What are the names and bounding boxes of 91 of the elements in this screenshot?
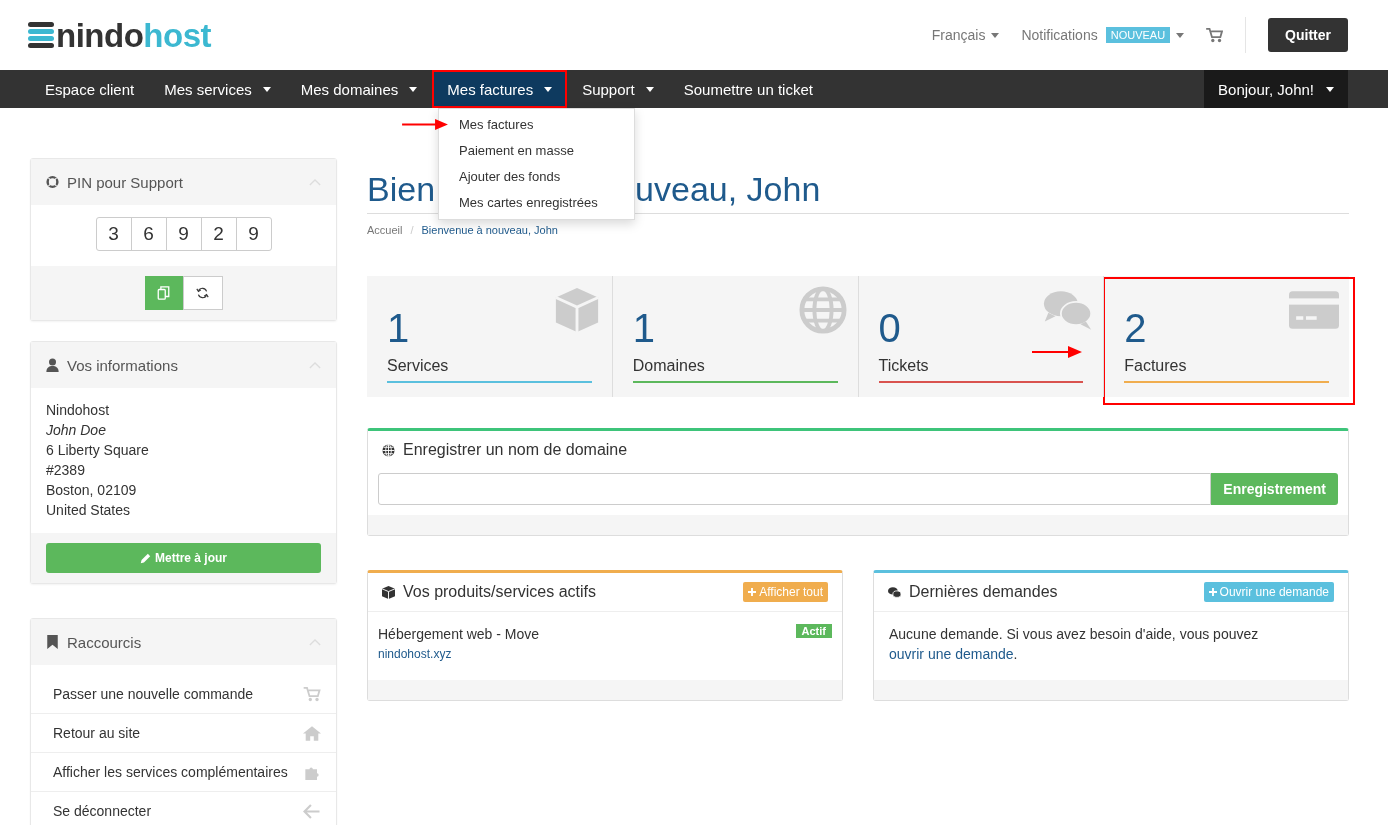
breadcrumb-separator: /	[410, 224, 414, 236]
lifebuoy-icon	[46, 175, 59, 189]
stat-tile[interactable]: 2 Factures	[1103, 276, 1349, 397]
nav-item[interactable]: Mes domaines	[285, 70, 433, 108]
stat-count: 0	[878, 305, 901, 352]
globe-icon	[382, 443, 395, 457]
panel-title: Raccourcis	[67, 633, 143, 651]
logo-text: nindohost	[56, 18, 211, 52]
logo[interactable]: nindohost	[28, 18, 211, 52]
pin-digit: 3	[107, 222, 120, 246]
panel-title: Enregistrer un nom de domaine	[403, 441, 629, 459]
user-icon	[46, 358, 59, 372]
pin-digit: 9	[235, 218, 271, 250]
language-menu[interactable]: Français	[931, 27, 1000, 43]
open-ticket-link[interactable]: ouvrir une demande	[889, 646, 1014, 662]
caret-icon	[1176, 32, 1185, 38]
domain-input-field[interactable]	[378, 473, 1212, 505]
panel-title: Vos produits/services actifs	[403, 583, 597, 601]
logout-button[interactable]: Quitter	[1268, 18, 1348, 52]
logo-mark	[28, 22, 54, 48]
refresh-button[interactable]	[182, 276, 223, 310]
notifications-menu[interactable]: Notifications NOUVEAU	[1021, 27, 1185, 43]
pencil-icon	[140, 552, 151, 564]
collapse-icon	[309, 361, 321, 369]
shortcut-link[interactable]: Retour au site	[31, 713, 336, 752]
dropdown-item[interactable]: Paiement en masse	[439, 138, 634, 164]
domain-link[interactable]: nindohost.xyz	[378, 647, 452, 661]
nav-item[interactable]: Mes factures	[432, 70, 568, 108]
shortcut-link[interactable]: Passer une nouvelle commande	[31, 675, 336, 713]
page-title: Bien	[367, 169, 436, 210]
stat-tile[interactable]: 1 Domaines	[611, 276, 858, 397]
home-icon	[303, 725, 321, 741]
address-line: United States	[46, 501, 132, 520]
status-badge: Actif	[795, 624, 832, 638]
collapse-icon	[309, 178, 321, 186]
bookmark-icon	[46, 635, 59, 649]
collapse-icon	[309, 638, 321, 646]
pin-digit: 6	[130, 218, 166, 250]
breadcrumb-link[interactable]: Accueil	[367, 224, 403, 236]
pin-digit: 2	[200, 218, 236, 250]
comments-icon	[888, 585, 901, 599]
dropdown-item[interactable]: Ajouter des fonds	[439, 164, 634, 190]
stat-count: 1	[632, 305, 655, 352]
user-menu[interactable]: Bonjour, John!	[1204, 70, 1348, 108]
breadcrumb-link[interactable]: Bienvenue à nouveau, John	[421, 224, 558, 236]
address-line: 6 Liberty Square	[46, 441, 150, 460]
panel-title: Dernières demandes	[909, 583, 1059, 601]
nav-item[interactable]: Espace client	[30, 70, 150, 108]
address-line: John Doe	[46, 421, 107, 440]
page-title: uveau, John	[635, 169, 821, 210]
stat-label: Domaines	[632, 357, 838, 383]
address-line: Boston, 02109	[46, 481, 138, 500]
plus-icon	[748, 588, 757, 596]
caret-icon	[409, 86, 418, 92]
stat-label: Tickets	[878, 357, 1084, 383]
stat-tile[interactable]: 1 Services	[367, 276, 612, 397]
product-name: Hébergement web - Move	[378, 625, 540, 644]
shortcut-link[interactable]: Se déconnecter	[31, 791, 336, 825]
nav-item[interactable]: Soumettre un ticket	[668, 70, 828, 108]
pin-digit: 9	[165, 218, 201, 250]
cart-icon	[303, 686, 321, 702]
plus-icon	[1208, 588, 1217, 596]
cube-icon	[382, 585, 395, 599]
cart-button[interactable]	[1206, 27, 1224, 43]
caret-icon	[1326, 86, 1334, 92]
panel-title: Vos informations	[67, 356, 179, 374]
stat-count: 2	[1124, 305, 1147, 352]
arrow-left-icon	[303, 803, 321, 819]
address-line: Nindohost	[46, 401, 111, 420]
stat-tile[interactable]: 0 Tickets	[857, 276, 1104, 397]
stat-count: 1	[387, 305, 410, 352]
address-line: #2389	[46, 461, 86, 480]
refresh-icon	[196, 286, 209, 300]
caret-icon	[544, 86, 553, 92]
copy-button[interactable]	[144, 276, 183, 310]
copy-icon	[157, 286, 170, 300]
panel-title: PIN pour Support	[67, 173, 184, 191]
cart-icon	[1206, 27, 1224, 43]
shortcut-link[interactable]: Afficher les services complémentaires	[31, 752, 336, 791]
dropdown-item[interactable]: Mes factures	[439, 112, 634, 138]
stat-label: Services	[387, 357, 592, 383]
caret-icon	[645, 86, 654, 92]
stat-label: Factures	[1124, 357, 1329, 383]
empty-message: Aucune demande. Si vous avez besoin d'aide, vous pouvez ouvrir une demande.	[888, 625, 1260, 664]
nav-item[interactable]: Support	[567, 70, 669, 108]
nav-item[interactable]: Mes services	[149, 70, 286, 108]
caret-icon	[991, 32, 1000, 38]
new-badge: NOUVEAU	[1105, 27, 1171, 43]
caret-icon	[262, 86, 271, 92]
globe-icon	[797, 286, 848, 334]
dropdown-item[interactable]: Mes cartes enregistrées	[439, 190, 634, 216]
